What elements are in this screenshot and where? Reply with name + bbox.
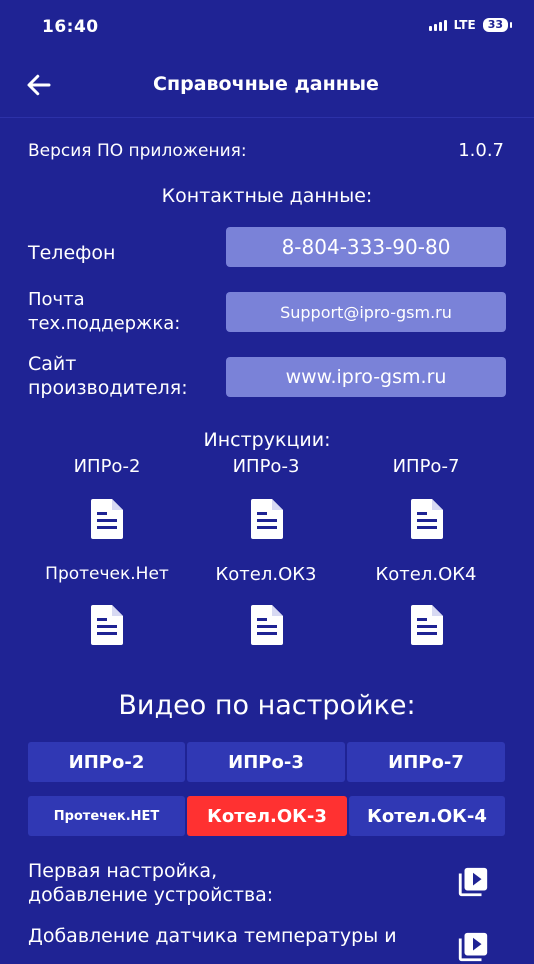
signal-icon [428, 19, 447, 31]
site-label-line2: производителя: [28, 377, 188, 399]
status-time: 16:40 [42, 17, 99, 37]
video-tab-ipro2[interactable]: ИПРо-2 [28, 742, 185, 782]
phone-label: Телефон [28, 242, 116, 264]
email-label-line1: Почта [28, 289, 85, 310]
network-type: LTE [453, 18, 476, 32]
instruction-label-ipro3: ИПРо-3 [232, 456, 300, 477]
status-indicators: LTE 33 [428, 18, 513, 32]
video-library-icon[interactable] [456, 930, 490, 964]
battery-icon: 33 [482, 18, 513, 32]
instruction-label-ok4: Котел.ОК4 [375, 564, 477, 585]
header-divider [0, 117, 534, 118]
document-icon[interactable] [407, 497, 447, 541]
document-icon[interactable] [87, 497, 127, 541]
email-button[interactable]: Support@ipro-gsm.ru [226, 292, 506, 332]
video-tab-ipro3[interactable]: ИПРо-3 [187, 742, 345, 782]
instruction-label-ok3: Котел.ОК3 [215, 564, 317, 585]
site-button[interactable]: www.ipro-gsm.ru [226, 357, 506, 397]
document-icon[interactable] [407, 603, 447, 647]
battery-level: 33 [487, 18, 503, 31]
video-tab-ok3[interactable]: Котел.ОК-3 [187, 796, 347, 836]
instruction-label-ipro2: ИПРо-2 [73, 456, 141, 477]
app-version-label: Версия ПО приложения: [28, 141, 247, 161]
video-item-2-line1: Добавление датчика температуры и [28, 925, 397, 947]
video-heading: Видео по настройке: [118, 690, 416, 721]
page-title: Справочные данные [153, 73, 379, 95]
video-item-1-line1: Первая настройка, [28, 860, 218, 882]
video-library-icon[interactable] [456, 865, 490, 899]
video-item-1-line2: добавление устройства: [28, 884, 274, 906]
phone-button[interactable]: 8-804-333-90-80 [226, 227, 506, 267]
video-tab-leak[interactable]: Протечек.НЕТ [28, 796, 185, 836]
video-tab-ipro7[interactable]: ИПРо-7 [347, 742, 505, 782]
document-icon[interactable] [247, 497, 287, 541]
document-icon[interactable] [87, 603, 127, 647]
app-version-value: 1.0.7 [458, 140, 504, 161]
instruction-label-leak: Протечек.Нет [45, 564, 169, 584]
site-label-line1: Сайт [28, 353, 77, 375]
email-label-line2: тех.поддержка: [28, 313, 181, 334]
video-tab-ok4[interactable]: Котел.ОК-4 [349, 796, 505, 836]
instructions-heading: Инструкции: [203, 429, 331, 451]
document-icon[interactable] [247, 603, 287, 647]
instruction-label-ipro7: ИПРо-7 [392, 456, 460, 477]
contacts-heading: Контактные данные: [161, 185, 373, 207]
